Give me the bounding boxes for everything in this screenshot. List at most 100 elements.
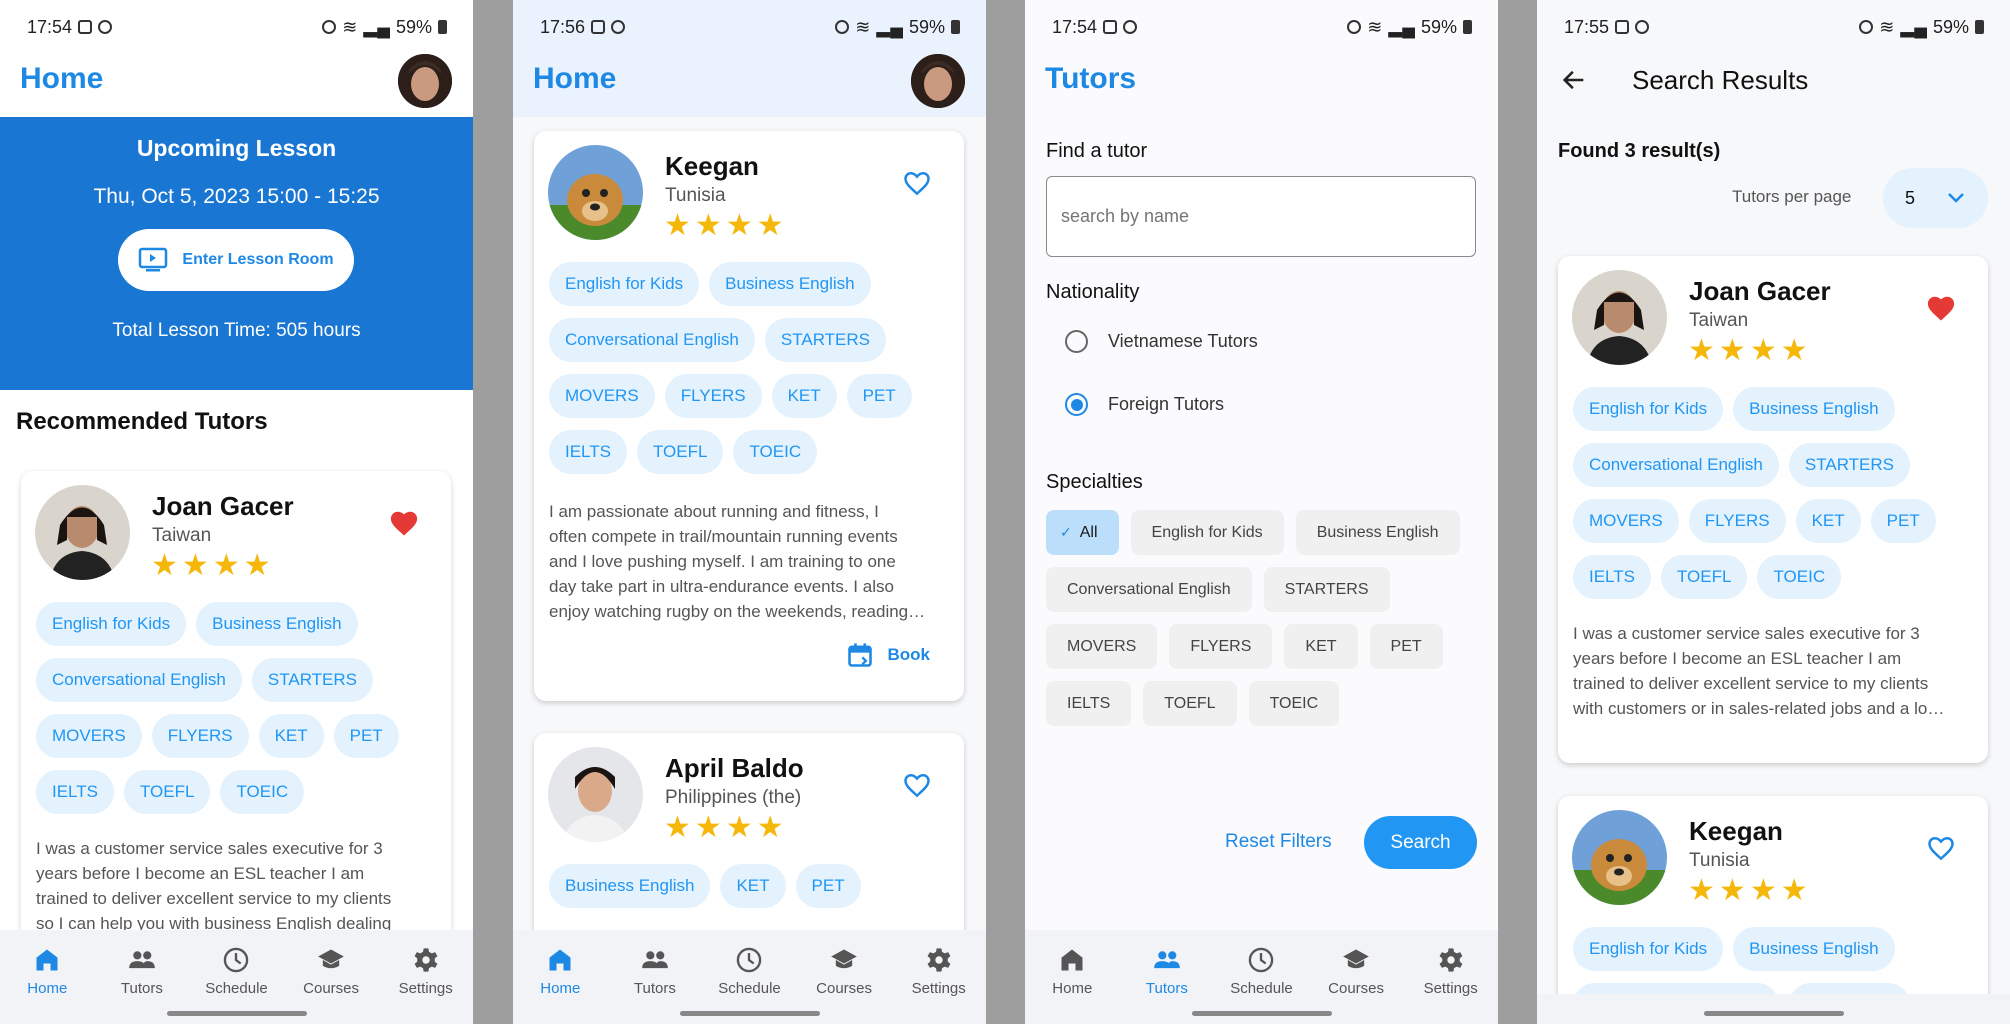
tutor-avatar[interactable]	[548, 145, 643, 240]
back-arrow-icon[interactable]	[1560, 66, 1588, 94]
specialty-chip: PET	[795, 864, 861, 908]
tutor-avatar[interactable]	[1572, 810, 1667, 905]
bio-line: I was a customer service sales executive…	[1573, 624, 1920, 643]
specialty-filter-chips: ✓ All English for Kids Business English C…	[1046, 510, 1476, 726]
bottom-nav: Home Tutors Schedule Courses Settings	[513, 930, 986, 1024]
specialty-chip: KET	[1795, 499, 1861, 543]
star-icon: ★	[725, 811, 753, 844]
bio-line: years before I become an ESL teacher I a…	[1573, 649, 1902, 668]
book-button[interactable]: Book	[846, 641, 930, 669]
filter-chip-selected[interactable]: ✓ All	[1046, 510, 1119, 555]
nav-schedule[interactable]: Schedule	[1214, 930, 1309, 1024]
nav-settings[interactable]: Settings	[378, 930, 473, 1024]
nav-home[interactable]: Home	[513, 930, 608, 1024]
heart-outline-icon[interactable]	[902, 169, 932, 197]
tutor-card[interactable]: Joan Gacer Taiwan ★ ★ ★ ★ English for Kids …	[1558, 256, 1988, 763]
nav-courses[interactable]: Courses	[797, 930, 892, 1024]
filter-chip[interactable]: Business English	[1295, 510, 1460, 555]
search-input[interactable]	[1046, 176, 1476, 257]
filter-chip[interactable]: STARTERS	[1263, 567, 1390, 612]
nav-label: Settings	[398, 980, 453, 997]
filter-chip[interactable]: Conversational English	[1046, 567, 1252, 612]
tutor-card[interactable]: Keegan Tunisia ★ ★ ★ ★ English for Kids Bus…	[1558, 796, 1988, 1016]
per-page-select[interactable]: 5	[1883, 168, 1988, 228]
star-icon: ★	[694, 209, 722, 242]
bio-line: I was a customer service sales executive…	[36, 839, 383, 858]
nav-home[interactable]: Home	[1025, 930, 1120, 1024]
people-icon	[642, 951, 668, 969]
nav-tutors[interactable]: Tutors	[1120, 930, 1215, 1024]
nav-settings[interactable]: Settings	[891, 930, 986, 1024]
heart-outline-icon[interactable]	[902, 771, 932, 799]
specialty-chips: English for Kids Business English Conver…	[36, 602, 436, 814]
heart-outline-icon[interactable]	[1926, 834, 1956, 862]
nav-label: Home	[540, 980, 581, 997]
filter-chip[interactable]: TOEFL	[1143, 681, 1237, 726]
specialty-chip: Conversational English	[1573, 443, 1779, 487]
nav-tutors[interactable]: Tutors	[608, 930, 703, 1024]
specialty-chip: STARTERS	[1788, 443, 1910, 487]
filter-chip[interactable]: IELTS	[1046, 681, 1132, 726]
star-icon: ★	[1718, 334, 1746, 367]
filter-chip[interactable]: MOVERS	[1046, 624, 1158, 669]
tutor-name: Keegan	[665, 151, 759, 181]
graduation-cap-icon	[831, 949, 857, 969]
bottom-gesture-bar	[1537, 994, 2010, 1024]
radio-vietnamese[interactable]: Vietnamese Tutors	[1065, 330, 1258, 353]
chevron-down-icon	[1948, 193, 1964, 203]
tutor-name: Keegan	[1689, 816, 1783, 846]
home-indicator	[1703, 1011, 1844, 1016]
radio-label: Vietnamese Tutors	[1108, 331, 1258, 351]
specialty-chips: Business English KET PET	[549, 864, 949, 908]
user-avatar[interactable]	[911, 54, 965, 108]
heart-filled-icon[interactable]	[1926, 294, 1956, 322]
nav-label: Courses	[303, 980, 359, 997]
specialty-chip: English for Kids	[549, 262, 700, 306]
specialty-chip: TOEIC	[733, 430, 818, 474]
filter-chip[interactable]: PET	[1369, 624, 1443, 669]
nav-schedule[interactable]: Schedule	[189, 930, 284, 1024]
graduation-cap-icon	[318, 949, 344, 969]
nav-home[interactable]: Home	[0, 930, 95, 1024]
tutor-avatar[interactable]	[548, 747, 643, 842]
enter-lesson-button[interactable]: Enter Lesson Room	[118, 229, 354, 291]
nav-tutors[interactable]: Tutors	[95, 930, 190, 1024]
tutor-card[interactable]: Keegan Tunisia ★ ★ ★ ★ English for Kids Bus…	[534, 131, 964, 701]
radio-label: Foreign Tutors	[1108, 394, 1225, 414]
calendar-icon	[847, 643, 872, 667]
filter-chip[interactable]: TOEIC	[1248, 681, 1340, 726]
home-indicator	[679, 1011, 820, 1016]
search-button[interactable]: Search	[1364, 816, 1477, 869]
status-bar: 17:54 ≋ ▂▄ 59%	[27, 14, 447, 40]
filter-chip[interactable]: FLYERS	[1169, 624, 1273, 669]
upcoming-time: Thu, Oct 5, 2023 15:00 - 15:25	[93, 185, 380, 208]
user-avatar[interactable]	[398, 54, 452, 108]
app-bar: Tutors	[1025, 52, 1498, 117]
alarm-icon	[1347, 20, 1362, 34]
specialty-chip: IELTS	[1573, 555, 1651, 599]
nav-courses[interactable]: Courses	[284, 930, 379, 1024]
star-icon: ★	[664, 209, 691, 242]
filter-chip[interactable]: KET	[1284, 624, 1358, 669]
result-count: Found 3 result(s)	[1558, 140, 1721, 162]
battery-icon	[1463, 20, 1472, 34]
radio-selected-icon	[1065, 393, 1088, 416]
nav-courses[interactable]: Courses	[1309, 930, 1404, 1024]
filter-chip[interactable]: English for Kids	[1130, 510, 1284, 555]
nav-schedule[interactable]: Schedule	[702, 930, 797, 1024]
tutor-card[interactable]: Joan Gacer Taiwan ★ ★ ★ ★ English for Kids …	[21, 471, 451, 951]
heart-filled-icon[interactable]	[389, 509, 419, 537]
radio-foreign[interactable]: Foreign Tutors	[1065, 393, 1224, 416]
check-icon: ✓	[1060, 524, 1072, 540]
clock-icon	[224, 947, 249, 973]
tutor-avatar[interactable]	[1572, 270, 1667, 365]
tutor-avatar[interactable]	[35, 485, 130, 580]
image-icon	[591, 20, 606, 34]
image-icon	[78, 20, 93, 34]
specialty-chip: Business English	[196, 602, 358, 646]
reset-filters-button[interactable]: Reset Filters	[1225, 831, 1332, 853]
nav-settings[interactable]: Settings	[1403, 930, 1498, 1024]
bottom-nav: Home Tutors Schedule Courses Settings	[0, 930, 473, 1024]
star-icon: ★	[181, 549, 209, 582]
gear-icon	[1439, 948, 1463, 972]
